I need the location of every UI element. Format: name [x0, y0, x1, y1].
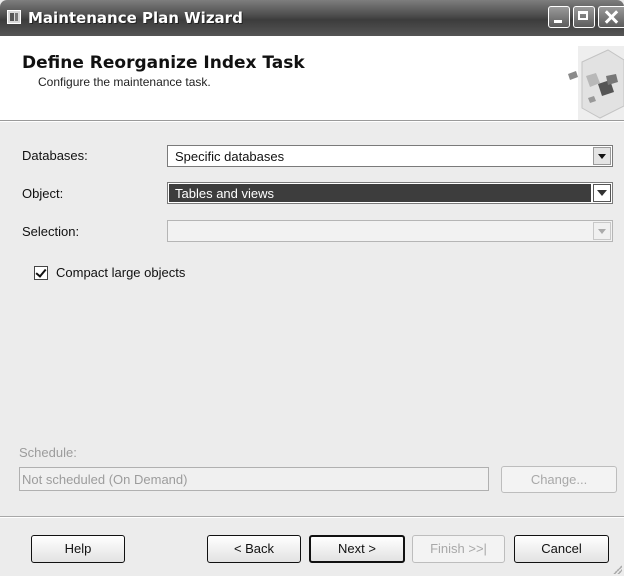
app-icon[interactable] [7, 10, 21, 24]
databases-value: Specific databases [175, 149, 285, 164]
dropdown-arrow-icon [593, 222, 611, 240]
dropdown-arrow-icon[interactable] [593, 147, 611, 165]
databases-label: Databases: [22, 148, 88, 163]
object-value: Tables and views [175, 186, 274, 201]
change-schedule-button: Change... [501, 466, 617, 493]
page-subtitle: Configure the maintenance task. [38, 75, 211, 89]
next-button[interactable]: Next > [309, 535, 405, 563]
window-title: Maintenance Plan Wizard [28, 9, 243, 27]
dropdown-arrow-icon[interactable] [593, 184, 611, 202]
maximize-icon[interactable] [573, 6, 595, 28]
schedule-value: Not scheduled (On Demand) [22, 472, 188, 487]
title-bar[interactable]: Maintenance Plan Wizard [0, 0, 624, 36]
schedule-field: Not scheduled (On Demand) [19, 467, 489, 491]
back-button[interactable]: < Back [207, 535, 301, 563]
selection-dropdown [167, 220, 613, 242]
schedule-label: Schedule: [19, 445, 77, 460]
wizard-window: Maintenance Plan Wizard Define Reorganiz… [0, 0, 624, 576]
selection-label: Selection: [22, 224, 80, 239]
header-divider [0, 121, 624, 122]
minimize-icon[interactable] [548, 6, 570, 28]
finish-button: Finish >>| [412, 535, 505, 563]
resize-grip-icon[interactable] [612, 564, 622, 574]
wizard-header: Define Reorganize Index Task Configure t… [0, 36, 624, 121]
databases-dropdown[interactable]: Specific databases [167, 145, 613, 167]
object-label: Object: [22, 186, 64, 201]
compact-large-objects-label[interactable]: Compact large objects [56, 265, 185, 280]
close-icon[interactable] [598, 6, 624, 28]
wizard-header-graphic [568, 46, 624, 120]
footer-divider-highlight [0, 517, 624, 518]
object-dropdown[interactable]: Tables and views [167, 182, 613, 204]
help-button[interactable]: Help [31, 535, 125, 563]
page-title: Define Reorganize Index Task [22, 53, 305, 73]
compact-large-objects-checkbox[interactable] [34, 266, 48, 280]
cancel-button[interactable]: Cancel [514, 535, 609, 563]
